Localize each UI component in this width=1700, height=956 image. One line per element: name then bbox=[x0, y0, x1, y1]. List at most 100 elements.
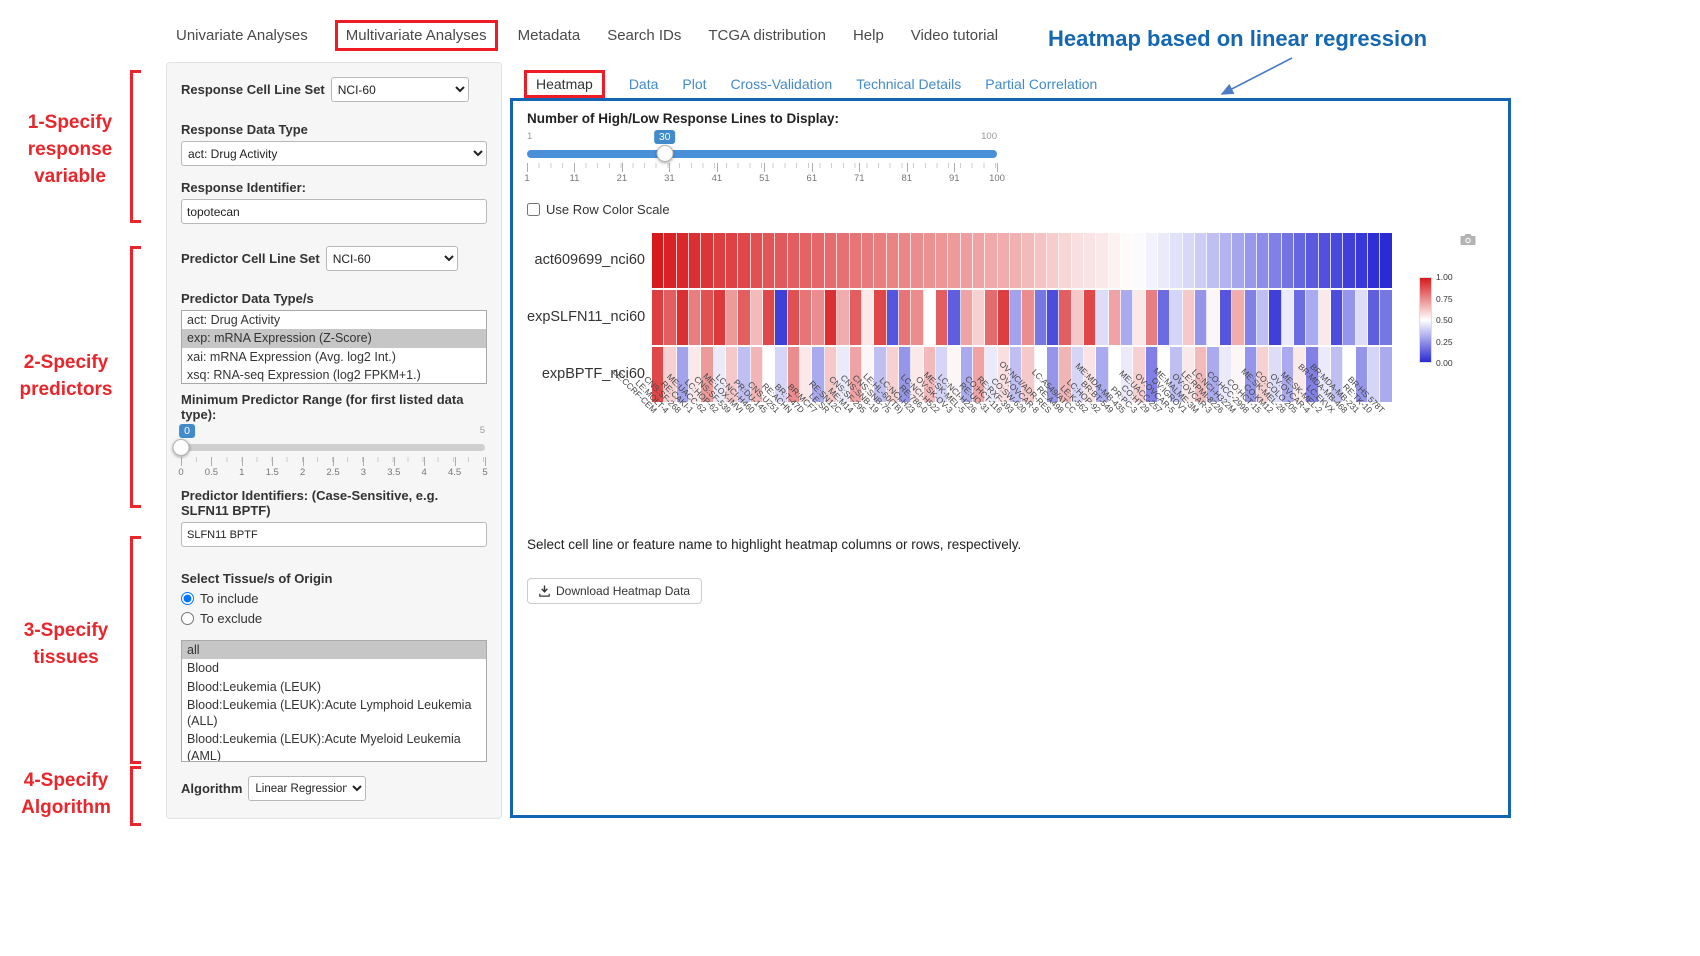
heatmap-cell[interactable] bbox=[825, 290, 837, 345]
response-lines-slider[interactable]: 1 100 30 1112131415161718191100 bbox=[527, 130, 997, 192]
heatmap-cell[interactable] bbox=[677, 233, 689, 288]
heatmap-cell[interactable] bbox=[714, 290, 726, 345]
heatmap-cell[interactable] bbox=[1331, 233, 1343, 288]
heatmap-cell[interactable] bbox=[1195, 233, 1207, 288]
heatmap-cell[interactable] bbox=[1109, 233, 1121, 288]
heatmap-cell[interactable] bbox=[1096, 233, 1108, 288]
heatmap-cell[interactable] bbox=[1294, 290, 1306, 345]
heatmap-cell[interactable] bbox=[1319, 233, 1331, 288]
heatmap-cell[interactable] bbox=[1133, 233, 1145, 288]
predictor-type-option-exp[interactable]: exp: mRNA Expression (Z-Score) bbox=[182, 329, 486, 347]
heatmap-cell[interactable] bbox=[714, 233, 726, 288]
tissue-option-all[interactable]: all bbox=[182, 641, 486, 659]
heatmap-cell[interactable] bbox=[1380, 233, 1391, 288]
heatmap-cell[interactable] bbox=[1257, 290, 1269, 345]
heatmap-cell[interactable] bbox=[948, 233, 960, 288]
heatmap-cell[interactable] bbox=[998, 233, 1010, 288]
heatmap-cell[interactable] bbox=[800, 233, 812, 288]
heatmap-cell[interactable] bbox=[1158, 233, 1170, 288]
download-heatmap-button[interactable]: Download Heatmap Data bbox=[527, 578, 702, 604]
heatmap-cell[interactable] bbox=[1269, 290, 1281, 345]
heatmap-cell[interactable] bbox=[1207, 290, 1219, 345]
heatmap-row-label-act609699-nci60[interactable]: act609699_nci60 bbox=[527, 233, 645, 290]
heatmap-cell[interactable] bbox=[874, 233, 886, 288]
row-color-scale-checkbox[interactable]: Use Row Color Scale bbox=[527, 202, 1494, 217]
heatmap-cell[interactable] bbox=[763, 233, 775, 288]
heatmap-cell[interactable] bbox=[899, 290, 911, 345]
heatmap-cell[interactable] bbox=[788, 233, 800, 288]
heatmap-cell[interactable] bbox=[812, 233, 824, 288]
nav-item-video-tutorial[interactable]: Video tutorial bbox=[911, 27, 998, 44]
heatmap-cell[interactable] bbox=[899, 233, 911, 288]
heatmap-cell[interactable] bbox=[1146, 290, 1158, 345]
heatmap-cell[interactable] bbox=[1257, 233, 1269, 288]
heatmap-cell[interactable] bbox=[887, 233, 899, 288]
heatmap-cell[interactable] bbox=[1245, 233, 1257, 288]
heatmap-cell[interactable] bbox=[1343, 233, 1355, 288]
heatmap-cell[interactable] bbox=[1072, 290, 1084, 345]
heatmap-cell[interactable] bbox=[1022, 290, 1034, 345]
tab-data[interactable]: Data bbox=[629, 76, 659, 92]
heatmap-cell[interactable] bbox=[701, 233, 713, 288]
heatmap-cell[interactable] bbox=[998, 290, 1010, 345]
heatmap-cell[interactable] bbox=[1059, 233, 1071, 288]
heatmap-cell[interactable] bbox=[1343, 290, 1355, 345]
heatmap-cell[interactable] bbox=[1380, 347, 1391, 402]
heatmap-cell[interactable] bbox=[1084, 290, 1096, 345]
heatmap-cell[interactable] bbox=[1146, 233, 1158, 288]
heatmap-cell[interactable] bbox=[1306, 233, 1318, 288]
heatmap-cell[interactable] bbox=[850, 233, 862, 288]
predictor-cell-line-set-select[interactable]: NCI-60 bbox=[326, 246, 458, 271]
heatmap-cell[interactable] bbox=[1294, 233, 1306, 288]
predictor-data-type-list[interactable]: act: Drug Activityexp: mRNA Expression (… bbox=[181, 310, 487, 384]
heatmap-cell[interactable] bbox=[911, 290, 923, 345]
heatmap-cell[interactable] bbox=[1047, 233, 1059, 288]
heatmap-cell[interactable] bbox=[1195, 290, 1207, 345]
heatmap-cell[interactable] bbox=[1380, 290, 1391, 345]
nav-item-multivariate-analyses[interactable]: Multivariate Analyses bbox=[335, 20, 498, 51]
heatmap-cell[interactable] bbox=[985, 233, 997, 288]
heatmap-cell[interactable] bbox=[664, 290, 676, 345]
tissue-list[interactable]: allBloodBlood:Leukemia (LEUK)Blood:Leuke… bbox=[181, 640, 487, 762]
heatmap-cell[interactable] bbox=[1121, 233, 1133, 288]
heatmap-cell[interactable] bbox=[1035, 233, 1047, 288]
tissue-option-blood-leukemia-leuk-acute-myel[interactable]: Blood:Leukemia (LEUK):Acute Myeloid Leuk… bbox=[182, 730, 486, 762]
heatmap-cell[interactable] bbox=[837, 290, 849, 345]
checkbox-input[interactable] bbox=[527, 203, 540, 216]
heatmap-cell[interactable] bbox=[1121, 290, 1133, 345]
heatmap-cell[interactable] bbox=[689, 233, 701, 288]
heatmap-cell[interactable] bbox=[1133, 290, 1145, 345]
min-range-slider[interactable]: 0 5 0 00.511.522.533.544.55 bbox=[181, 424, 485, 480]
heatmap-cell[interactable] bbox=[924, 290, 936, 345]
nav-item-metadata[interactable]: Metadata bbox=[518, 27, 581, 44]
heatmap-cell[interactable] bbox=[948, 290, 960, 345]
heatmap-cell[interactable] bbox=[1220, 290, 1232, 345]
heatmap-cell[interactable] bbox=[961, 290, 973, 345]
heatmap-cell[interactable] bbox=[1109, 290, 1121, 345]
heatmap-cell[interactable] bbox=[751, 290, 763, 345]
heatmap-cell[interactable] bbox=[726, 290, 738, 345]
nav-item-univariate-analyses[interactable]: Univariate Analyses bbox=[176, 27, 308, 44]
tissue-option-blood[interactable]: Blood bbox=[182, 659, 486, 677]
heatmap-cell[interactable] bbox=[1022, 233, 1034, 288]
tab-cross-validation[interactable]: Cross-Validation bbox=[731, 76, 833, 92]
heatmap-cell[interactable] bbox=[862, 233, 874, 288]
heatmap-cell[interactable] bbox=[862, 290, 874, 345]
heatmap-cell[interactable] bbox=[1059, 290, 1071, 345]
tab-heatmap[interactable]: Heatmap bbox=[524, 70, 605, 98]
heatmap-cell[interactable] bbox=[837, 233, 849, 288]
heatmap-cell[interactable] bbox=[1207, 233, 1219, 288]
heatmap-cell[interactable] bbox=[1183, 233, 1195, 288]
heatmap-cell[interactable] bbox=[1170, 233, 1182, 288]
heatmap-cell[interactable] bbox=[701, 290, 713, 345]
heatmap-cell[interactable] bbox=[825, 233, 837, 288]
heatmap-cell[interactable] bbox=[677, 290, 689, 345]
heatmap-cell[interactable] bbox=[936, 290, 948, 345]
tissue-radio-to-include[interactable]: To include bbox=[181, 591, 487, 606]
heatmap-cell[interactable] bbox=[800, 290, 812, 345]
slider-handle[interactable] bbox=[656, 145, 673, 162]
heatmap-cell[interactable] bbox=[1170, 290, 1182, 345]
heatmap-cell[interactable] bbox=[924, 233, 936, 288]
heatmap-cell[interactable] bbox=[1035, 290, 1047, 345]
heatmap-cell[interactable] bbox=[1072, 233, 1084, 288]
